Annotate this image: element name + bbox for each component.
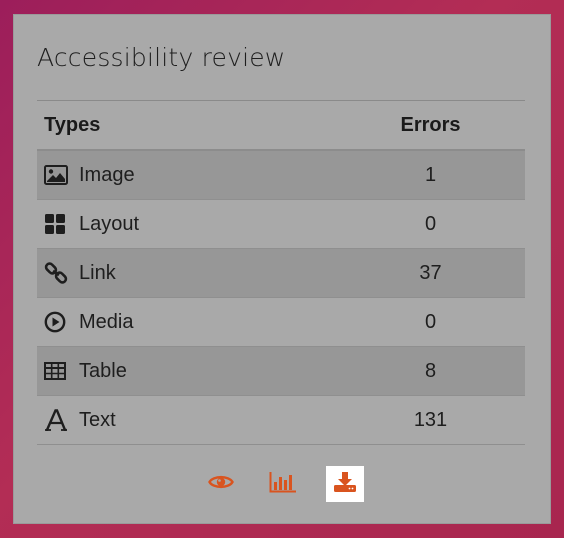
table-row: Image 1 <box>37 151 525 200</box>
card-actions <box>14 466 552 502</box>
table-icon <box>44 358 70 384</box>
table-row: Link 37 <box>37 249 525 298</box>
type-label: Layout <box>79 212 140 235</box>
play-circle-icon <box>44 309 70 335</box>
error-count: 1 <box>424 163 437 186</box>
card-title: Accessibility review <box>37 43 286 72</box>
image-icon <box>44 162 70 188</box>
bar-chart-icon <box>269 471 297 498</box>
type-cell: Layout <box>37 211 354 237</box>
error-count: 0 <box>424 310 437 333</box>
type-cell: Link <box>37 260 354 286</box>
download-icon <box>333 471 357 498</box>
eye-icon <box>208 473 234 496</box>
table-header: Types Errors <box>37 101 525 151</box>
table-row: Text 131 <box>37 396 525 445</box>
error-count: 8 <box>424 359 437 382</box>
type-cell: Table <box>37 358 354 384</box>
text-font-icon <box>44 407 70 433</box>
error-count: 37 <box>419 261 442 284</box>
type-label: Image <box>79 163 135 186</box>
accessibility-review-card: Accessibility review Types Errors Image … <box>13 14 551 524</box>
type-cell: Media <box>37 309 354 335</box>
report-button[interactable] <box>264 466 302 502</box>
type-label: Text <box>79 408 116 431</box>
table-row: Layout 0 <box>37 200 525 249</box>
type-cell: Text <box>37 407 354 433</box>
table-row: Media 0 <box>37 298 525 347</box>
error-count: 0 <box>424 212 437 235</box>
link-icon <box>44 260 70 286</box>
type-label: Table <box>79 359 127 382</box>
error-count: 131 <box>413 408 448 431</box>
layout-grid-icon <box>44 211 70 237</box>
type-cell: Image <box>37 162 354 188</box>
table-row: Table 8 <box>37 347 525 396</box>
column-header-types: Types <box>44 113 101 136</box>
download-button[interactable] <box>326 466 364 502</box>
type-label: Media <box>79 310 134 333</box>
view-button[interactable] <box>202 466 240 502</box>
column-header-errors: Errors <box>400 113 461 136</box>
type-label: Link <box>79 261 116 284</box>
errors-table: Types Errors Image 1 Layout 0 Link 37 Me… <box>37 100 525 445</box>
